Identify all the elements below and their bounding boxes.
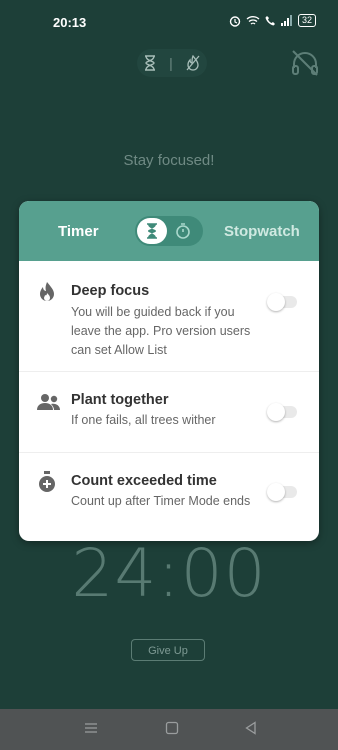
no-flame-icon[interactable] (186, 55, 200, 71)
deep-focus-switch[interactable] (267, 293, 297, 311)
countdown-display: 24:00 (71, 535, 267, 612)
mode-switcher[interactable]: | (137, 49, 207, 77)
mode-settings-card: Timer Stopwatch Deep focus You will be g… (19, 201, 319, 541)
option-title: Count exceeded time (71, 473, 217, 489)
flame-icon (40, 282, 54, 301)
option-description: If one fails, all trees wither (71, 413, 216, 427)
give-up-button[interactable]: Give Up (131, 639, 205, 661)
option-count-exceeded: Count exceeded time Count up after Timer… (19, 453, 319, 541)
separator: | (169, 55, 173, 71)
focus-message: Stay focused! (123, 152, 215, 169)
call-icon (265, 16, 275, 26)
battery-indicator: 32 (297, 14, 316, 27)
top-controls: | (0, 46, 338, 78)
home-icon[interactable] (165, 721, 179, 735)
tab-timer[interactable]: Timer (58, 223, 99, 240)
option-title: Plant together (71, 392, 169, 408)
option-description: You will be guided back if you leave the… (71, 305, 251, 357)
alarm-icon (229, 15, 241, 27)
option-title: Deep focus (71, 283, 150, 299)
stopwatch-icon (176, 223, 190, 239)
stopwatch-plus-icon (39, 471, 55, 492)
status-icons: 32 (229, 14, 316, 27)
toggle-knob (137, 218, 167, 244)
menu-icon[interactable] (84, 721, 98, 735)
card-header: Timer Stopwatch (19, 201, 319, 261)
people-icon (37, 394, 60, 410)
switch-knob (267, 293, 285, 311)
hourglass-icon (147, 223, 157, 239)
back-icon[interactable] (244, 721, 258, 735)
no-headphones-icon[interactable] (290, 48, 320, 78)
option-description: Count up after Timer Mode ends (71, 494, 251, 508)
option-plant-together: Plant together If one fails, all trees w… (19, 372, 319, 453)
hourglass-icon[interactable] (144, 55, 156, 71)
signal-icon (280, 15, 292, 26)
switch-knob (267, 403, 285, 421)
count-exceeded-switch[interactable] (267, 483, 297, 501)
wifi-icon (246, 16, 260, 25)
status-bar: 20:13 32 (0, 0, 338, 44)
switch-knob (267, 483, 285, 501)
timer-stopwatch-toggle[interactable] (135, 216, 203, 246)
tab-stopwatch[interactable]: Stopwatch (224, 223, 300, 240)
option-deep-focus: Deep focus You will be guided back if yo… (19, 261, 319, 372)
system-nav-bar (0, 709, 338, 750)
status-time: 20:13 (53, 15, 87, 30)
plant-together-switch[interactable] (267, 403, 297, 421)
